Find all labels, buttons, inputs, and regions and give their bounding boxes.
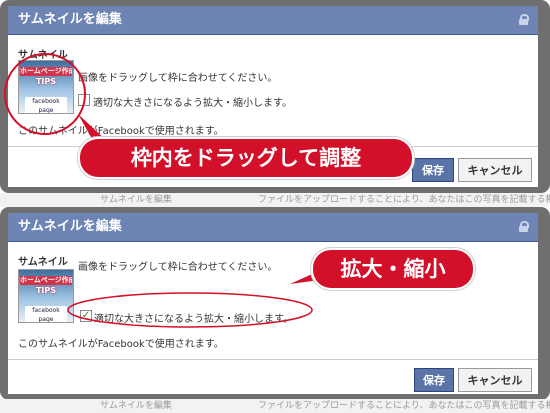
background-page-strip: サムネイルを編集 ファイルをアップロードすることにより、あなたはこの写真を記載す…	[0, 193, 550, 207]
scale-checkbox-label: 適切な大きさになるよう拡大・縮小します。	[93, 98, 292, 109]
scale-checkbox-label: 適切な大きさになるよう拡大・縮小します。	[94, 314, 293, 325]
save-button[interactable]: 保存	[414, 368, 454, 392]
dialog-titlebar: サムネイルを編集	[8, 213, 538, 242]
background-text: ファイルをアップロードすることにより、あなたはこの写真を記載する権利	[258, 401, 550, 411]
footer-divider	[8, 359, 538, 360]
edit-thumbnail-dialog: サムネイルを編集 サムネイル ホームページ作成 TIPS facebook pa…	[8, 213, 538, 394]
lock-icon	[519, 14, 529, 25]
screenshot-panel-2: サムネイルを編集 サムネイル ホームページ作成 TIPS facebook pa…	[0, 207, 550, 400]
dialog-title: サムネイルを編集	[18, 219, 122, 234]
thumbnail-text: TIPS	[35, 286, 57, 295]
thumbnail-text: facebook page	[25, 306, 67, 322]
footnote-text: このサムネイルがFacebookで使用されます。	[18, 126, 224, 137]
thumbnail-text: ホームページ作成	[20, 276, 72, 285]
scale-checkbox[interactable]: ✓	[80, 310, 92, 322]
background-text: サムネイルを編集	[100, 195, 172, 205]
footnote-text: このサムネイルがFacebookで使用されます。	[18, 339, 224, 350]
lock-icon	[519, 221, 529, 232]
section-label: サムネイル	[18, 50, 68, 61]
scale-checkbox[interactable]	[78, 94, 90, 106]
thumbnail-text: facebook page	[25, 97, 67, 113]
thumbnail-text: TIPS	[35, 77, 57, 86]
thumbnail-crop-area[interactable]: ホームページ作成 TIPS facebook page	[18, 60, 74, 114]
callout-drag-adjust: 枠内をドラッグして調整	[80, 139, 412, 177]
dialog-titlebar: サムネイルを編集	[8, 6, 538, 35]
thumbnail-text: ホームページ作成	[20, 67, 72, 76]
save-button[interactable]: 保存	[412, 158, 454, 182]
callout-zoom: 拡大・縮小	[313, 250, 473, 288]
thumbnail-crop-area[interactable]: ホームページ作成 TIPS facebook page	[18, 269, 74, 323]
cancel-button[interactable]: キャンセル	[458, 158, 532, 182]
dialog-title: サムネイルを編集	[18, 12, 122, 27]
instruction-text: 画像をドラッグして枠に合わせてください。	[78, 73, 278, 84]
section-label: サムネイル	[18, 257, 68, 268]
instruction-text: 画像をドラッグして枠に合わせてください。	[78, 262, 278, 273]
background-text: ファイルをアップロードすることにより、あなたはこの写真を記載する権利	[258, 195, 550, 205]
cancel-button[interactable]: キャンセル	[458, 368, 532, 392]
background-text: サムネイルを編集	[100, 401, 172, 411]
background-page-strip: サムネイルを編集 ファイルをアップロードすることにより、あなたはこの写真を記載す…	[0, 399, 550, 413]
